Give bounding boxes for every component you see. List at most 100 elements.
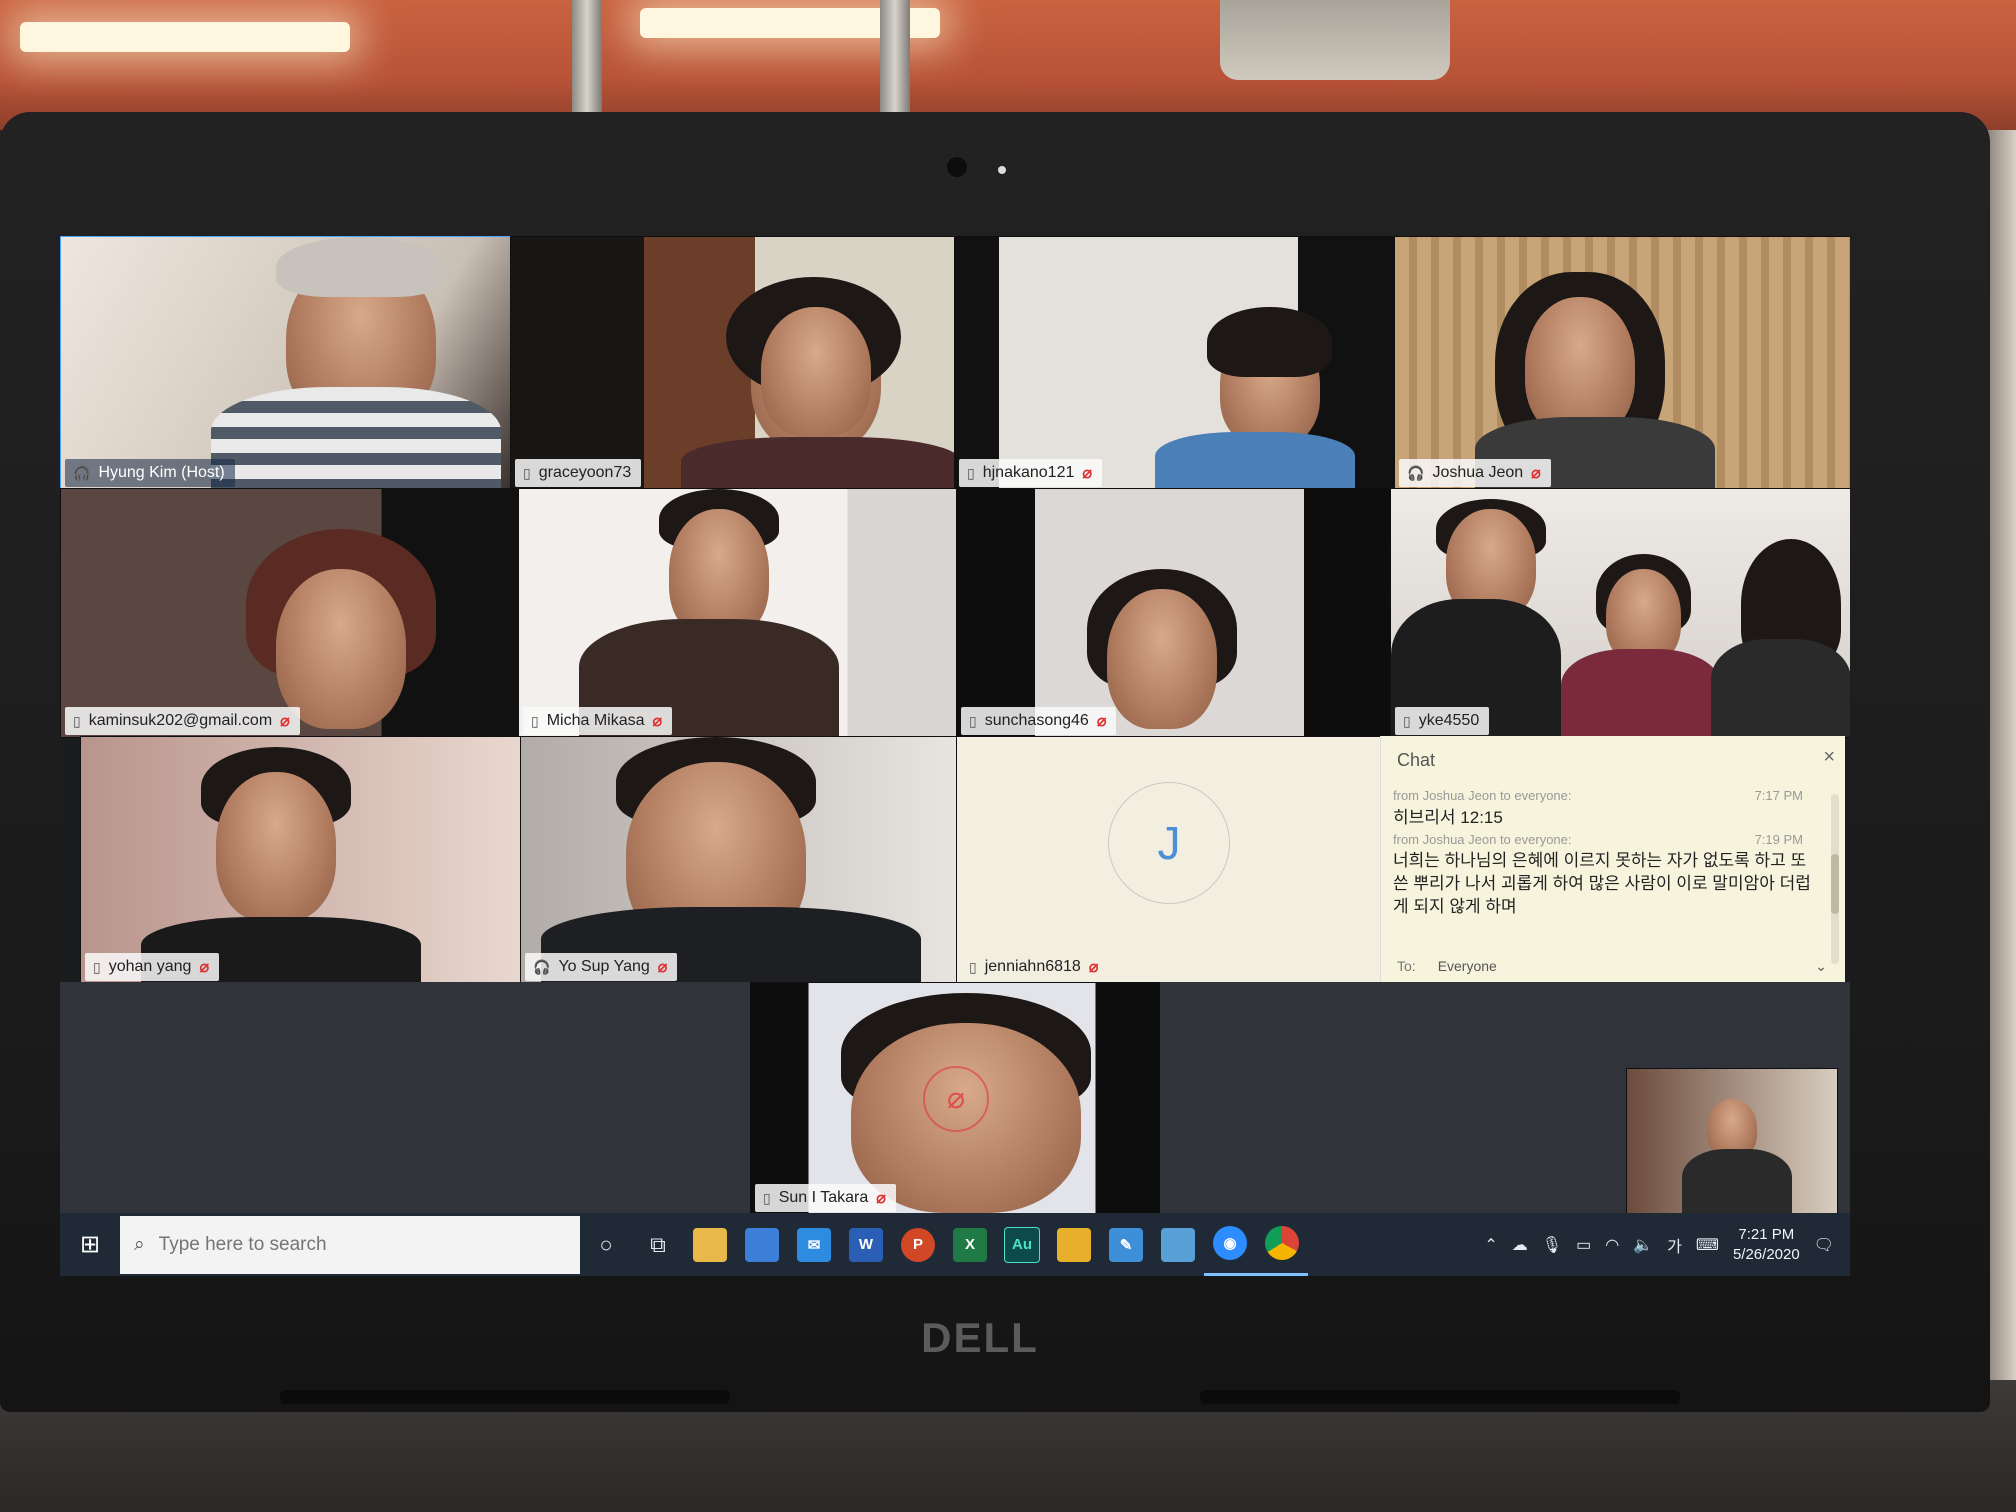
avatar: J [1108,781,1230,904]
chat-message-text: 히브리서 12:15 [1393,808,1503,827]
word-icon[interactable]: W [840,1213,892,1276]
chat-time: 7:19 PM [1754,832,1803,847]
participant-name: Yo Sup Yang [558,958,650,975]
search-input[interactable] [156,1232,541,1257]
name-tag: ▯ kaminsuk202@gmail.com ⌀ [65,707,300,735]
participant-name: Joshua Jeon [1432,464,1524,481]
mayu-icon[interactable] [1048,1213,1100,1276]
recipient-select[interactable]: Everyone ⌄ [1438,958,1827,975]
participant-name: graceyoon73 [538,464,632,481]
volume-icon[interactable]: 🔈 [1633,1235,1653,1255]
chat-message-header: from Joshua Jeon to everyone: 7:19 PM [1393,832,1803,847]
microphone-icon[interactable]: 🎙 [1542,1235,1562,1255]
file-explorer-icon[interactable] [684,1213,736,1276]
name-tag: ▯ graceyoon73 [515,459,642,487]
lamp-stem [880,0,910,115]
video-tile[interactable]: ▯ graceyoon73 [510,236,956,490]
name-tag: 🎧 Joshua Jeon ⌀ [1399,459,1551,487]
chat-to-label: To: [1397,958,1416,974]
cloud-icon[interactable]: ☁ [1512,1235,1528,1255]
chevron-up-icon[interactable]: ⌃ [1484,1235,1497,1255]
webcam [942,152,972,182]
ime-indicator[interactable]: 가 [1667,1233,1682,1257]
keyboard-icon[interactable]: ⌨ [1696,1235,1719,1255]
ceiling-light [20,22,350,52]
name-tag: ▯ yke4550 [1395,707,1490,735]
battery-icon[interactable]: ▭ [1576,1235,1591,1255]
participant-name: kaminsuk202@gmail.com [88,712,273,729]
participant-name: sunchasong46 [984,712,1089,729]
phone-icon: ▯ [73,712,81,729]
chevron-down-icon: ⌄ [1815,958,1827,974]
clock-time: 7:21 PM [1738,1225,1795,1243]
name-tag: ▯ jenniahn6818 ⌀ [961,953,1108,981]
chat-scrollbar[interactable] [1831,794,1839,964]
video-tile[interactable]: ▯ Micha Mikasa ⌀ [518,488,958,738]
room-background [0,0,2016,130]
video-tile[interactable]: ▯ yke4550 [1390,488,1850,738]
phone-icon: ▯ [93,958,101,975]
video-tile[interactable]: 🎧 Yo Sup Yang ⌀ [520,736,958,984]
network-app-icon[interactable] [1152,1213,1204,1276]
participant-name: Hyung Kim (Host) [98,464,225,481]
store-icon[interactable] [736,1213,788,1276]
self-view-thumbnail[interactable] [1626,1068,1838,1214]
name-tag: 🎧 Hyung Kim (Host) [65,459,235,487]
system-clock[interactable]: 7:21 PM 5/26/2020 [1733,1225,1800,1265]
close-icon[interactable]: × [1823,746,1835,769]
zoom-icon[interactable]: ◉ [1204,1213,1256,1276]
video-tile-avatar[interactable]: J ▯ jenniahn6818 ⌀ [956,736,1382,984]
excel-icon[interactable]: X [944,1213,996,1276]
participant-name: Sun I Takara [778,1189,869,1206]
phone-icon: ▯ [1403,712,1411,729]
task-view-icon[interactable]: ⧉ [632,1213,684,1276]
taskbar-search[interactable]: ⌕ [120,1215,580,1274]
participant-name: yke4550 [1418,712,1480,729]
lamp-head [1220,0,1450,80]
chrome-icon[interactable] [1256,1213,1308,1276]
lamp-stem [572,0,602,115]
name-tag: ▯ Micha Mikasa ⌀ [523,707,673,735]
clock-date: 5/26/2020 [1732,1245,1800,1263]
video-tile[interactable]: ▯ sunchasong46 ⌀ [956,488,1392,738]
chat-title: Chat [1397,750,1436,770]
name-tag: ▯ yohan yang ⌀ [85,953,220,981]
wifi-icon[interactable]: ◠ [1605,1235,1619,1255]
mic-muted-icon: ⌀ [876,1190,886,1207]
mic-muted-icon: ⌀ [923,1065,989,1132]
chat-sender: from Joshua Jeon to everyone: [1393,832,1572,847]
name-tag: ▯ sunchasong46 ⌀ [961,707,1117,735]
chat-time: 7:17 PM [1754,788,1803,803]
windows-start-icon[interactable]: ⊞ [60,1213,120,1276]
mic-muted-icon: ⌀ [1096,713,1107,730]
mic-muted-icon: ⌀ [1531,465,1541,482]
audition-icon[interactable]: Au [996,1213,1048,1276]
cortana-icon[interactable]: ○ [580,1213,632,1276]
headphone-icon: 🎧 [1407,464,1425,481]
video-tile[interactable]: ▯ hjnakano121 ⌀ [954,236,1396,490]
mic-muted-icon: ⌀ [199,959,210,976]
phone-icon: ▯ [969,958,977,975]
chat-sender: from Joshua Jeon to everyone: [1393,788,1572,803]
mic-muted-icon: ⌀ [657,959,668,976]
notification-icon[interactable]: 🗨 [1814,1235,1834,1255]
powerpoint-icon[interactable]: P [892,1213,944,1276]
hinge [280,1390,730,1404]
notepad-icon[interactable]: ✎ [1100,1213,1152,1276]
name-tag: ▯ Sun I Takara ⌀ [755,1184,896,1212]
mail-icon[interactable]: ✉ [788,1213,840,1276]
video-tile[interactable]: ⌀ ▯ Sun I Takara ⌀ [750,982,1162,1215]
webcam-led [998,166,1006,174]
mic-muted-icon: ⌀ [652,713,663,730]
video-tile[interactable]: ▯ kaminsuk202@gmail.com ⌀ [60,488,520,738]
system-tray: ⌃ ☁ 🎙 ▭ ◠ 🔈 가 ⌨ 7:21 PM 5/26/2020 🗨 [1484,1225,1850,1265]
participant-name: Micha Mikasa [546,712,645,729]
video-tile[interactable]: 🎧 Joshua Jeon ⌀ [1394,236,1850,490]
video-tile-host[interactable]: 🎧 Hyung Kim (Host) [60,236,512,490]
phone-icon: ▯ [969,712,977,729]
video-tile[interactable]: ▯ yohan yang ⌀ [80,736,522,984]
empty-tile [60,982,750,1213]
phone-icon: ▯ [763,1189,771,1206]
laptop-brand-logo: DELL [921,1314,1039,1361]
scrollbar-thumb[interactable] [1831,854,1839,914]
